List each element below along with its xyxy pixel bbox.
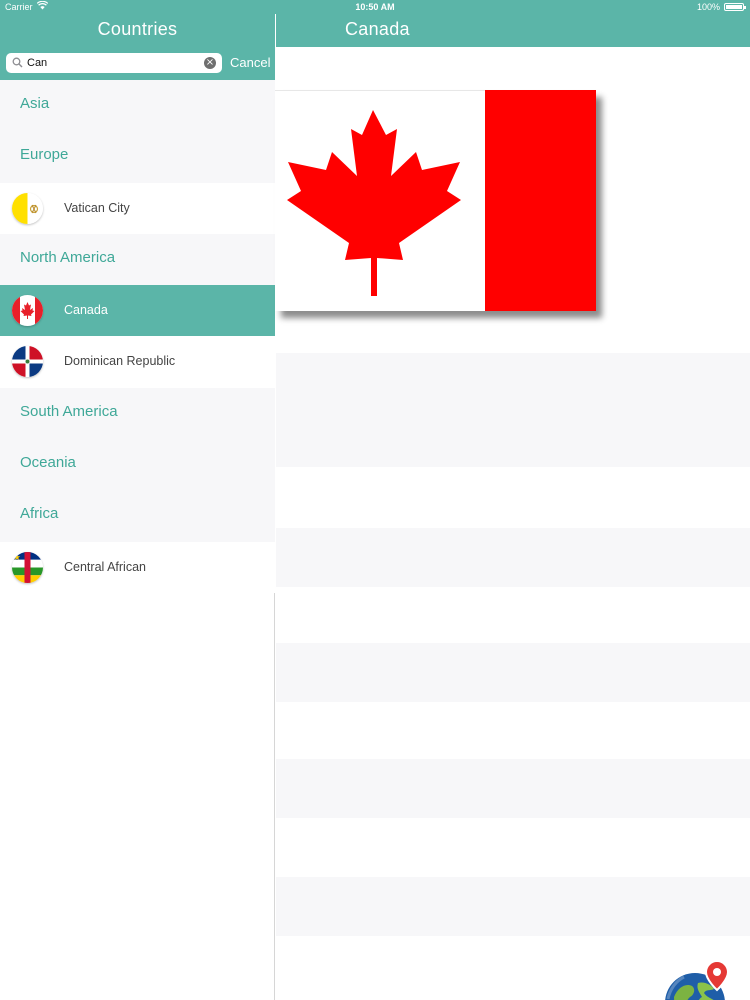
table-row-stripe: [276, 759, 750, 818]
clock: 10:50 AM: [355, 2, 395, 12]
section-label: Europe: [20, 146, 69, 164]
section-header-oceania: Oceania: [0, 439, 275, 491]
section-label: Africa: [20, 505, 59, 523]
detail-title: Canada: [345, 19, 410, 39]
search-input[interactable]: [27, 54, 197, 72]
table-row-stripe: [276, 353, 750, 467]
dominican-republic-flag-icon: [12, 346, 43, 378]
cancel-button[interactable]: Cancel: [230, 55, 270, 70]
section-header-africa: Africa: [0, 490, 275, 542]
section-label: Asia: [20, 95, 50, 112]
search-bar: × Cancel: [0, 47, 275, 80]
battery-percentage: 100%: [696, 2, 720, 12]
table-row-stripe: [276, 643, 750, 702]
country-name: Canada: [64, 303, 108, 318]
search-box[interactable]: ×: [6, 53, 222, 73]
section-label: South America: [20, 402, 118, 420]
country-name: Dominican Republic: [64, 354, 176, 369]
country-row-central-african[interactable]: Central African: [0, 541, 275, 593]
search-icon: [12, 57, 23, 68]
detail-content: [275, 47, 750, 1000]
battery-icon: [724, 3, 746, 11]
section-header-north-america: North America: [0, 233, 275, 286]
country-row-canada[interactable]: Canada: [0, 285, 275, 337]
country-list: Asia Europe Vatican City North America C…: [0, 80, 275, 593]
vatican-flag-icon: [12, 192, 43, 224]
sidebar-title: Countries: [97, 19, 178, 39]
country-name: Central African: [64, 559, 146, 574]
detail-panel: Canada: [275, 0, 750, 1000]
section-label: Oceania: [20, 454, 76, 472]
table-row-stripe: [276, 877, 750, 936]
sidebar-header: Countries: [0, 14, 275, 47]
section-header-asia: Asia: [0, 80, 275, 132]
section-header-south-america: South America: [0, 387, 275, 440]
central-african-flag-icon: [12, 551, 43, 583]
detail-header: Canada: [276, 14, 750, 47]
map-location-button[interactable]: [664, 959, 734, 1000]
clear-search-icon[interactable]: ×: [204, 57, 216, 69]
canada-flag-icon: [275, 89, 596, 311]
country-row-dominican-republic[interactable]: Dominican Republic: [0, 336, 275, 388]
section-header-europe: Europe: [0, 131, 275, 183]
status-bar: Carrier 10:50 AM 100%: [0, 0, 750, 14]
countries-sidebar: Countries × Cancel Asia Europe: [0, 0, 275, 1000]
country-name: Vatican City: [64, 200, 130, 215]
section-label: North America: [20, 248, 116, 266]
country-row-vatican-city[interactable]: Vatican City: [0, 182, 275, 234]
canada-flag-icon: [12, 295, 43, 327]
globe-location-icon: [665, 959, 730, 1000]
table-row-stripe: [276, 528, 750, 587]
